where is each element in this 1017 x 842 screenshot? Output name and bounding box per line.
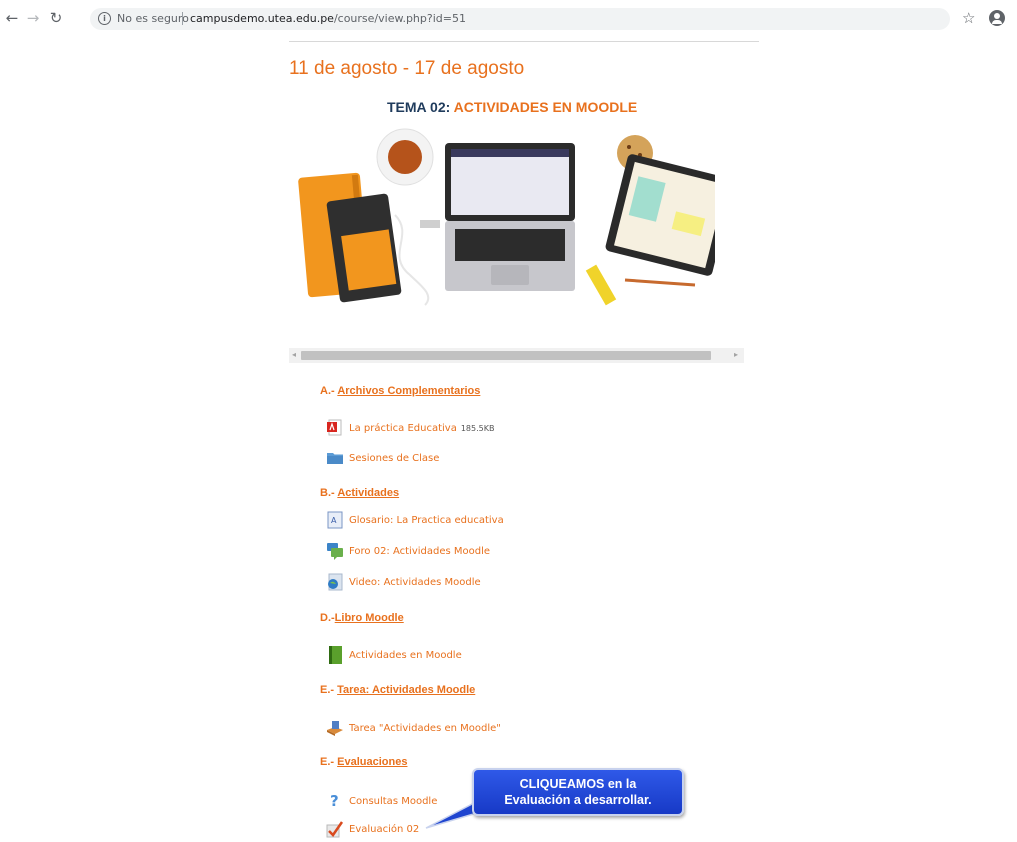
scroll-left-icon[interactable]: ◂ [292, 350, 296, 359]
question-icon: ? [326, 792, 344, 810]
instruction-callout: CLIQUEAMOS en la Evaluación a desarrolla… [472, 768, 684, 816]
book-icon [326, 646, 344, 664]
section-prefix: A.- [320, 385, 335, 397]
forward-arrow-icon[interactable]: → [25, 10, 41, 26]
scrollbar-thumb[interactable] [301, 351, 711, 360]
activity-label[interactable]: Tarea "Actividades en Moodle" [349, 723, 501, 734]
activity-label[interactable]: Foro 02: Actividades Moodle [349, 546, 490, 557]
account-icon[interactable] [989, 10, 1005, 26]
address-separator [182, 12, 183, 25]
section-link[interactable]: Libro Moodle [335, 612, 404, 624]
browser-toolbar: ← → ↻ i No es seguro campusdemo.utea.edu… [0, 0, 1017, 38]
section-heading-d: D.-Libro Moodle [320, 612, 404, 624]
section-heading-e-evaluaciones: E.- Evaluaciones [320, 756, 407, 768]
activity-item[interactable]: Sesiones de Clase [326, 448, 439, 468]
forum-icon [326, 542, 344, 560]
section-heading-a: A.- Archivos Complementarios [320, 385, 480, 397]
section-heading-e-tarea: E.- Tarea: Actividades Moodle [320, 684, 475, 696]
address-bar[interactable]: i No es seguro campusdemo.utea.edu.pe/co… [90, 8, 950, 30]
activity-item[interactable]: Video: Actividades Moodle [326, 572, 481, 592]
bookmark-star-icon[interactable]: ☆ [962, 10, 975, 26]
section-prefix: D.- [320, 612, 335, 624]
url-text[interactable]: campusdemo.utea.edu.pe/course/view.php?i… [190, 12, 466, 25]
url-icon [326, 573, 344, 591]
url-path: /course/view.php?id=51 [333, 12, 466, 25]
week-title: 11 de agosto - 17 de agosto [289, 58, 525, 79]
activity-label[interactable]: La práctica Educativa [349, 423, 457, 434]
info-icon[interactable]: i [98, 12, 111, 25]
callout-line-1: CLIQUEAMOS en la [519, 777, 637, 791]
reload-icon[interactable]: ↻ [48, 10, 64, 26]
scroll-right-icon[interactable]: ▸ [734, 350, 738, 359]
divider [289, 41, 759, 42]
activity-item[interactable]: ? Consultas Moodle [326, 791, 437, 811]
url-host: campusdemo.utea.edu.pe [190, 12, 334, 25]
quiz-icon [326, 820, 344, 838]
section-link[interactable]: Evaluaciones [337, 756, 407, 768]
security-label: No es seguro [117, 12, 189, 25]
section-prefix: E.- [320, 756, 335, 768]
back-arrow-icon[interactable]: ← [4, 10, 20, 26]
activity-label[interactable]: Actividades en Moodle [349, 650, 462, 661]
activity-item[interactable]: Actividades en Moodle [326, 645, 462, 665]
activity-label[interactable]: Glosario: La Practica educativa [349, 515, 504, 526]
activity-item[interactable]: La práctica Educativa 185.5KB [326, 418, 494, 438]
topic-heading: TEMA 02: ACTIVIDADES EN MOODLE [387, 99, 637, 115]
section-heading-b: B.- Actividades [320, 487, 399, 499]
folder-icon [326, 449, 344, 467]
activity-label[interactable]: Video: Actividades Moodle [349, 577, 481, 588]
glossary-icon: A [326, 511, 344, 529]
svg-text:A: A [331, 516, 337, 525]
activity-item[interactable]: Foro 02: Actividades Moodle [326, 541, 490, 561]
svg-text:?: ? [330, 792, 339, 810]
section-prefix: E.- [320, 684, 335, 696]
pdf-icon [326, 419, 344, 437]
activity-label[interactable]: Sesiones de Clase [349, 453, 439, 464]
horizontal-scrollbar[interactable]: ◂ ▸ [289, 348, 744, 363]
activity-label[interactable]: Evaluación 02 [349, 824, 419, 835]
topic-name: ACTIVIDADES EN MOODLE [453, 99, 638, 115]
section-prefix: B.- [320, 487, 335, 499]
section-link[interactable]: Archivos Complementarios [337, 385, 480, 397]
desk-illustration [298, 128, 715, 306]
assignment-icon [326, 719, 344, 737]
section-link[interactable]: Tarea: Actividades Moodle [337, 684, 475, 696]
topic-prefix: TEMA 02: [387, 99, 451, 115]
activity-item[interactable]: Evaluación 02 [326, 819, 419, 839]
callout-line-2: Evaluación a desarrollar. [504, 793, 652, 807]
activity-item[interactable]: Tarea "Actividades en Moodle" [326, 718, 501, 738]
section-link[interactable]: Actividades [337, 487, 399, 499]
file-size: 185.5KB [460, 423, 495, 433]
activity-item[interactable]: A Glosario: La Practica educativa [326, 510, 504, 530]
